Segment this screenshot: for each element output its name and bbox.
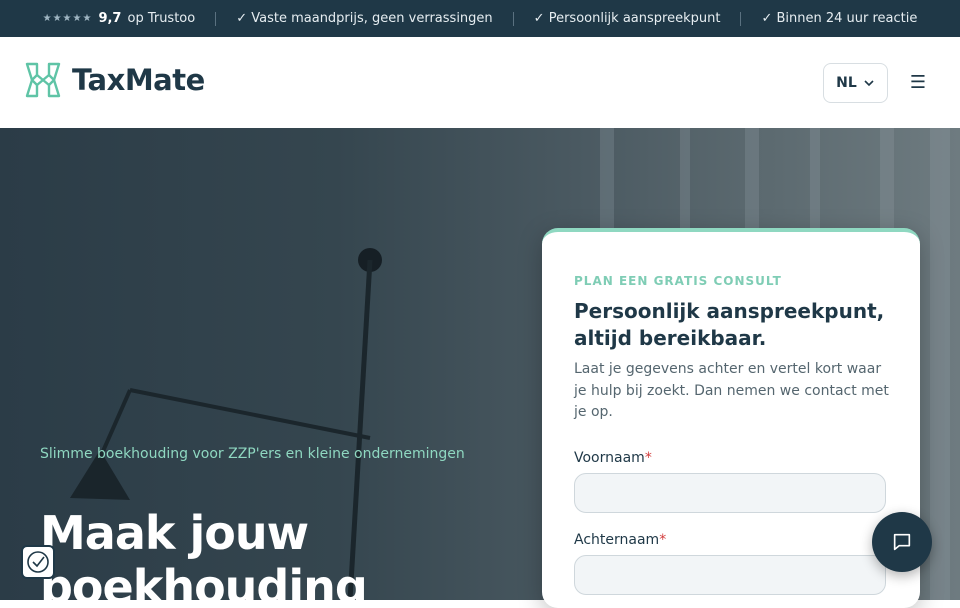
form-description: Laat je gegevens achter en vertel kort w… bbox=[574, 361, 889, 420]
divider bbox=[512, 11, 514, 26]
language-selector[interactable]: NL bbox=[823, 63, 888, 103]
cookie-consent-icon bbox=[27, 551, 49, 573]
chat-bubble-icon bbox=[893, 533, 911, 551]
trustoo-rating[interactable]: ★★★★★ 9,7 op Trustoo bbox=[43, 11, 196, 26]
usp-24h-response: ✓ Binnen 24 uur reactie bbox=[761, 11, 918, 26]
last-name-field[interactable] bbox=[574, 555, 886, 595]
taxmate-logo-icon bbox=[25, 62, 61, 98]
hamburger-menu-icon[interactable]: ☰ bbox=[908, 73, 928, 93]
cookie-settings-button[interactable] bbox=[21, 545, 55, 579]
required-mark: * bbox=[659, 532, 667, 548]
consult-form-card: PLAN EEN GRATIS CONSULT Persoonlijk aans… bbox=[542, 228, 920, 608]
brand-name: TaxMate bbox=[72, 63, 205, 97]
form-eyebrow: PLAN EEN GRATIS CONSULT bbox=[574, 274, 782, 288]
language-label: NL bbox=[836, 75, 857, 91]
site-header: TaxMate NL ☰ bbox=[0, 37, 960, 128]
divider bbox=[215, 11, 217, 26]
first-name-field[interactable] bbox=[574, 473, 886, 513]
first-name-label: Voornaam* bbox=[574, 450, 652, 466]
rating-stars: ★★★★★ bbox=[42, 13, 93, 24]
last-name-label-text: Achternaam bbox=[574, 532, 660, 548]
form-heading: Persoonlijk aanspreekpunt, altijd bereik… bbox=[574, 299, 885, 350]
rating-text: op Trustoo bbox=[127, 11, 196, 26]
hero-title-line: boekhouding bbox=[40, 560, 368, 600]
required-mark: * bbox=[644, 450, 652, 466]
chat-button[interactable] bbox=[872, 512, 932, 572]
chevron-down-icon bbox=[864, 80, 874, 87]
usp-fixed-price: ✓ Vaste maandprijs, geen verrassingen bbox=[236, 11, 493, 26]
rating-score: 9,7 bbox=[98, 11, 122, 26]
hero-subtitle: Slimme boekhouding voor ZZP'ers en klein… bbox=[40, 446, 465, 462]
first-name-label-text: Voornaam bbox=[574, 450, 645, 466]
last-name-label: Achternaam* bbox=[574, 532, 666, 548]
background-window-stripe bbox=[930, 128, 950, 600]
divider bbox=[740, 11, 742, 26]
home-logo-link[interactable]: TaxMate bbox=[24, 61, 205, 99]
hero-title: Maak jouw boekhouding bbox=[40, 506, 368, 600]
usp-personal-contact: ✓ Persoonlijk aanspreekpunt bbox=[533, 11, 721, 26]
top-usp-bar: ★★★★★ 9,7 op Trustoo ✓ Vaste maandprijs,… bbox=[0, 0, 960, 37]
hero-title-line: Maak jouw bbox=[40, 506, 309, 560]
